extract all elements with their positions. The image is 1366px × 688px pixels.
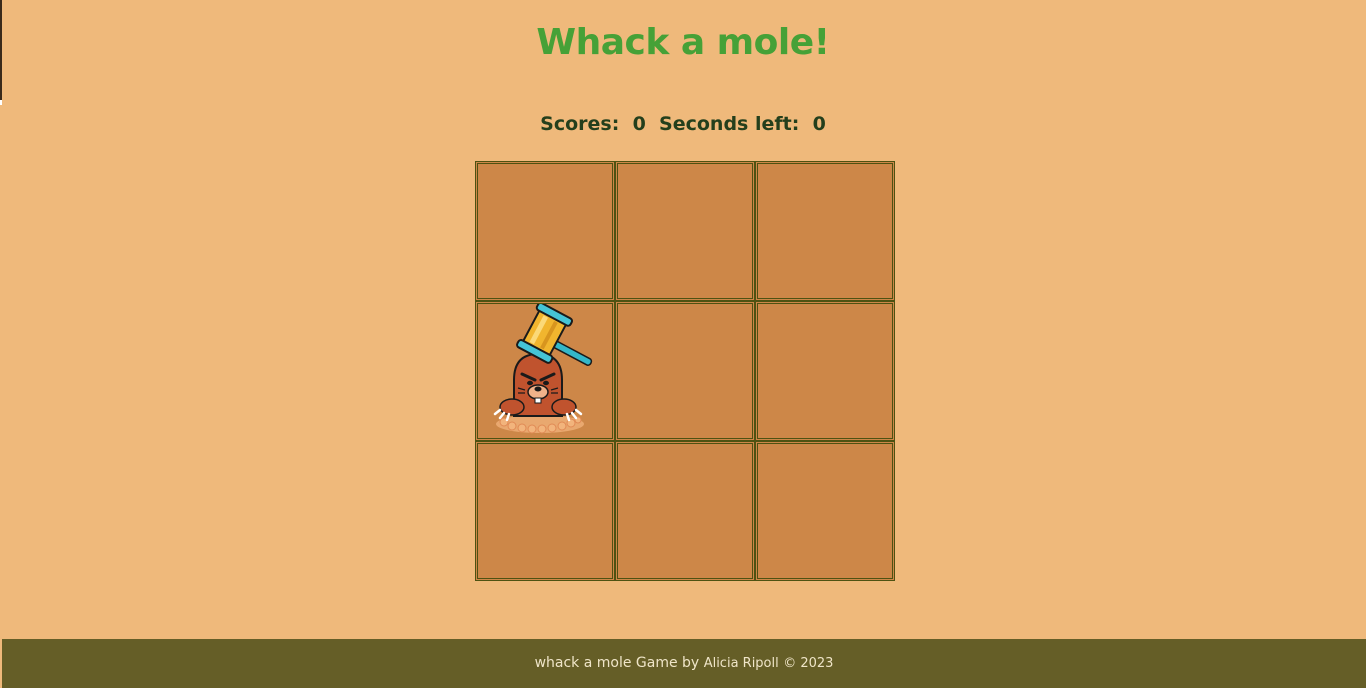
footer-copyright: © 2023: [783, 656, 834, 671]
board-square[interactable]: [615, 301, 755, 441]
board-square-with-mole[interactable]: [475, 301, 615, 441]
board-square[interactable]: [755, 441, 895, 581]
footer-author: Alicia Ripoll: [703, 656, 779, 671]
board-square[interactable]: [755, 301, 895, 441]
board-square[interactable]: [615, 441, 755, 581]
board-square[interactable]: [755, 161, 895, 301]
scores-value: 0: [632, 113, 646, 135]
left-edge-strip-light: [0, 100, 2, 105]
game-board: [475, 161, 895, 581]
scores-label: Scores:: [540, 113, 620, 135]
page-footer: whack a mole Game by Alicia Ripoll © 202…: [2, 639, 1366, 688]
game-page: Whack a mole! Scores: 0 Seconds left: 0: [0, 0, 1366, 688]
seconds-left-value: 0: [812, 113, 826, 135]
board-square[interactable]: [615, 161, 755, 301]
board-square[interactable]: [475, 441, 615, 581]
footer-text: whack a mole Game by: [534, 655, 700, 671]
hammer-icon: [516, 304, 593, 366]
score-bar: Scores: 0 Seconds left: 0: [0, 113, 1366, 135]
page-title: Whack a mole!: [536, 22, 830, 63]
board-square[interactable]: [475, 161, 615, 301]
seconds-left-label: Seconds left:: [659, 113, 800, 135]
